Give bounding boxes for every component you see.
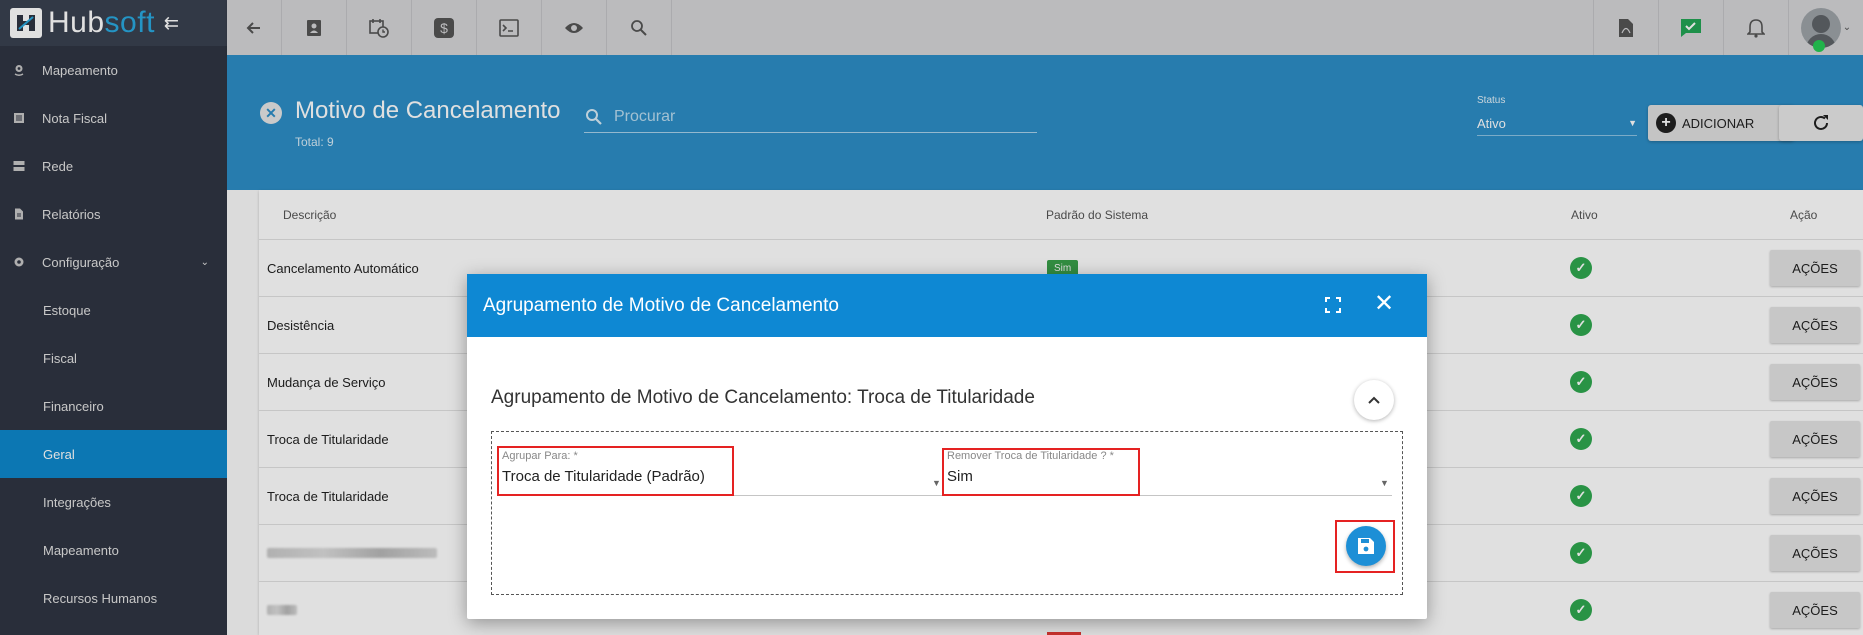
highlight-box [1335,520,1395,573]
caret-down-icon: ▼ [932,478,941,488]
form-section: Agrupar Para: * Troca de Titularidade (P… [491,431,1403,595]
grouping-dialog: Agrupamento de Motivo de Cancelamento ✕ … [467,274,1427,619]
dialog-header: Agrupamento de Motivo de Cancelamento ✕ [467,274,1427,337]
collapse-section-button[interactable] [1354,380,1394,420]
dialog-title: Agrupamento de Motivo de Cancelamento [483,294,839,316]
close-icon[interactable]: ✕ [1374,292,1394,316]
chevron-up-icon [1368,396,1380,404]
online-status-icon [1812,39,1825,52]
fullscreen-icon[interactable] [1323,295,1343,315]
caret-down-icon: ▼ [1380,478,1389,488]
highlight-box [497,446,734,496]
dialog-subtitle: Agrupamento de Motivo de Cancelamento: T… [491,387,1035,408]
highlight-box [942,448,1140,496]
